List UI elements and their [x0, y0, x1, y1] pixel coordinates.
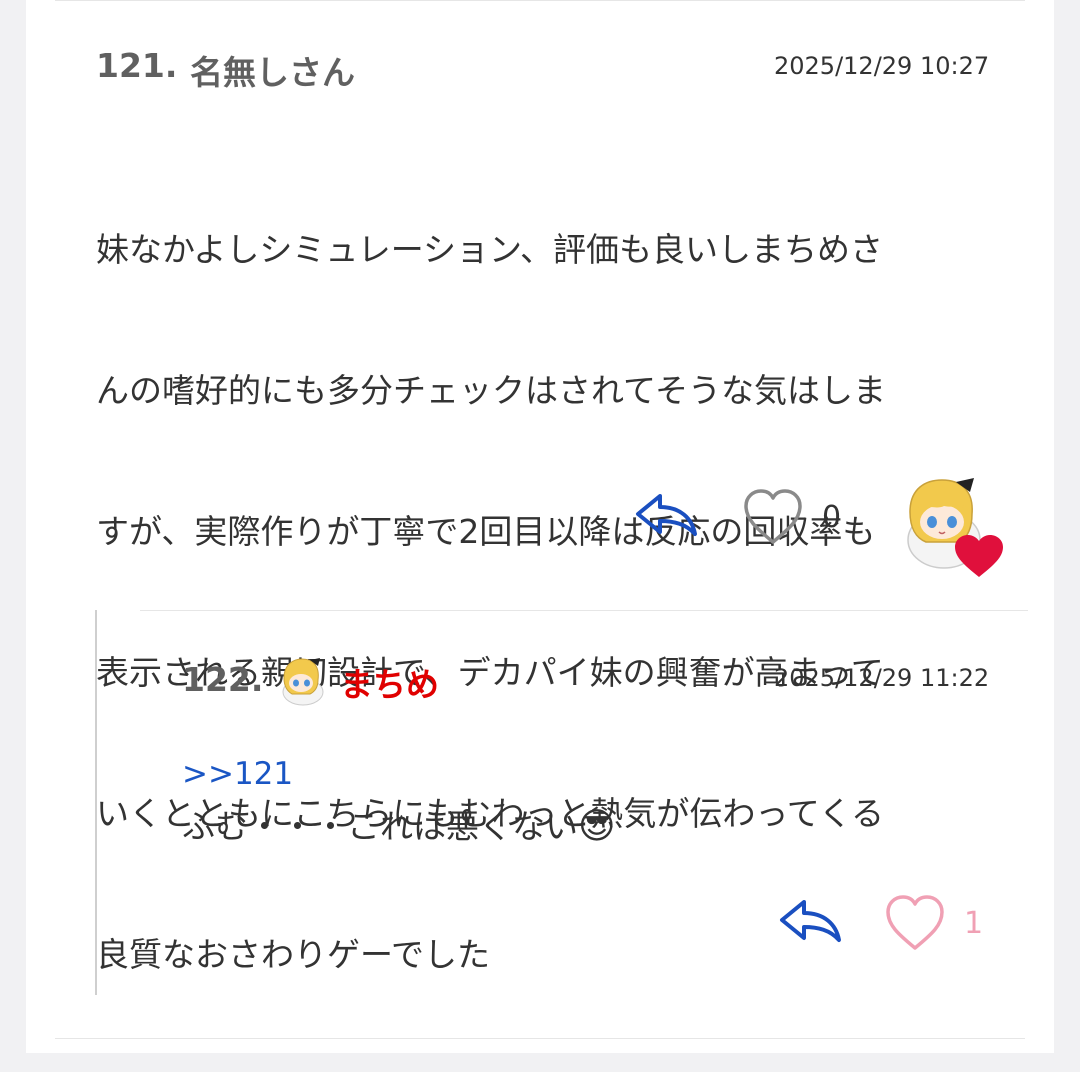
reply-icon[interactable]: [632, 490, 700, 540]
comment-timestamp: 2025/12/29 10:27: [774, 52, 990, 80]
heart-filled-icon: [955, 535, 1003, 577]
heart-icon[interactable]: [742, 488, 804, 546]
heart-icon[interactable]: [884, 894, 946, 952]
comment-author[interactable]: まちめ: [340, 658, 439, 706]
divider: [140, 610, 1028, 611]
sunglasses-emoji-icon: 😎: [578, 806, 616, 847]
divider: [55, 0, 1025, 1]
comment-number: 122.: [182, 660, 264, 699]
anchor-link[interactable]: >>121: [182, 756, 293, 792]
comment-text: ふむ・・・これは悪くない: [182, 807, 578, 846]
comment-body: ふむ・・・これは悪くない😎: [182, 800, 616, 848]
comment-author: 名無しさん: [190, 53, 355, 92]
like-count: 0: [822, 500, 842, 535]
comment-line: 妹なかよしシミュレーション、評価も良いしまちめさ: [96, 230, 884, 269]
author-like-badge: [896, 474, 1008, 580]
author-avatar[interactable]: [276, 656, 330, 708]
reply-icon[interactable]: [776, 896, 844, 946]
comment-body: 妹なかよしシミュレーション、評価も良いしまちめさ んの嗜好的にも多分チェックはさ…: [96, 132, 886, 1072]
thread-line: [95, 610, 97, 995]
comment-timestamp: 2025/12/29 11:22: [774, 664, 990, 692]
comment-line: 良質なおさわりゲーでした: [96, 935, 491, 974]
comment-number: 121.: [96, 46, 178, 85]
like-count: 1: [964, 906, 984, 941]
comment-line: んの嗜好的にも多分チェックはされてそうな気はしま: [96, 371, 887, 410]
divider: [55, 1038, 1025, 1039]
